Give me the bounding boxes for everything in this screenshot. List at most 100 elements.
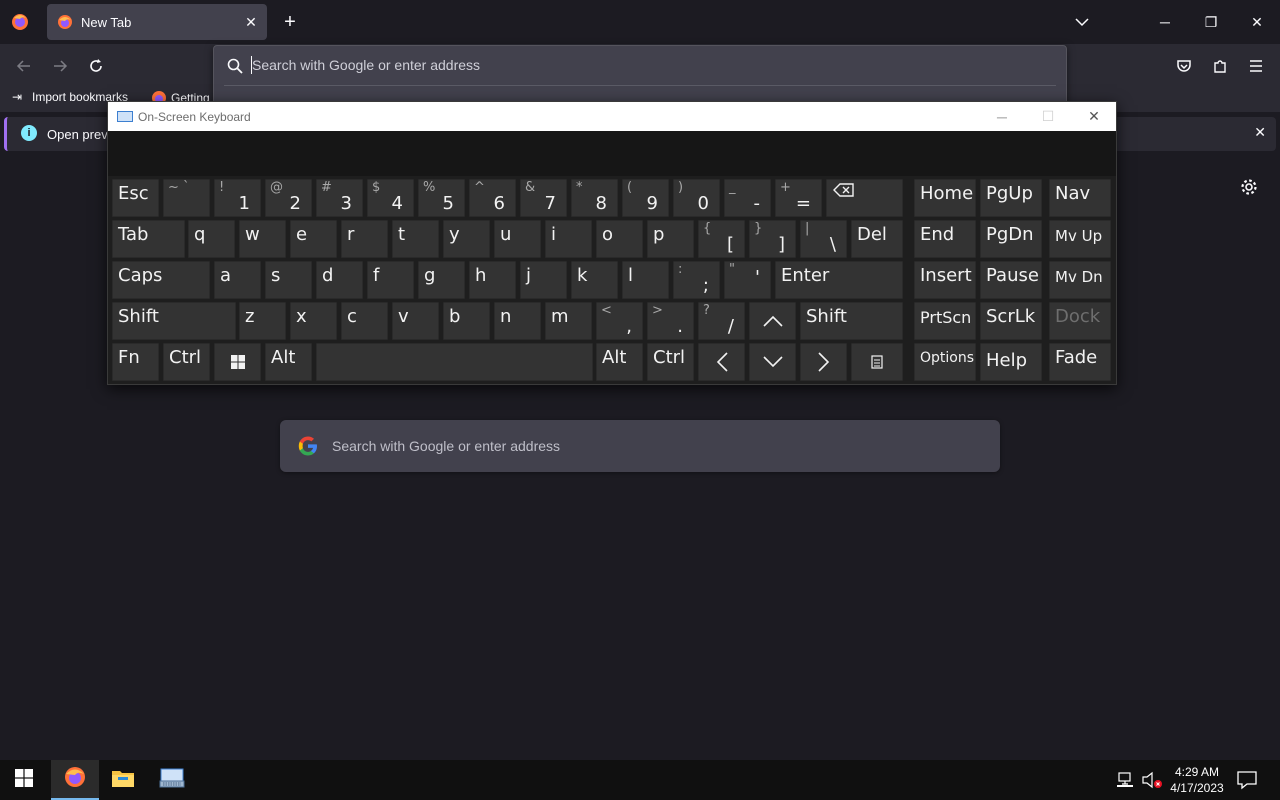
new-tab-search-box[interactable]: Search with Google or enter address	[280, 420, 1000, 472]
key-insert[interactable]: Insert	[914, 261, 976, 299]
key-options[interactable]: Options	[914, 343, 976, 381]
taskbar-firefox[interactable]	[51, 760, 99, 800]
osk-maximize-button[interactable]: ☐	[1025, 102, 1071, 131]
key-period[interactable]: >.	[647, 302, 694, 340]
key-pause[interactable]: Pause	[980, 261, 1042, 299]
clock[interactable]: 4:29 AM 4/17/2023	[1166, 764, 1228, 796]
key-space[interactable]	[316, 343, 593, 381]
key-comma[interactable]: <,	[596, 302, 643, 340]
key-k[interactable]: k	[571, 261, 618, 299]
forward-button[interactable]	[46, 52, 74, 80]
key-q[interactable]: q	[188, 220, 235, 258]
key-r[interactable]: r	[341, 220, 388, 258]
key-del[interactable]: Del	[851, 220, 903, 258]
key-end[interactable]: End	[914, 220, 976, 258]
key-fn[interactable]: Fn	[112, 343, 159, 381]
close-notification-icon[interactable]: ✕	[1254, 124, 1266, 141]
key-down-arrow[interactable]	[749, 343, 796, 381]
extensions-button[interactable]	[1206, 52, 1234, 80]
key-t[interactable]: t	[392, 220, 439, 258]
key-left-bracket[interactable]: {[	[698, 220, 745, 258]
address-input-placeholder[interactable]: Search with Google or enter address	[252, 57, 480, 73]
key-x[interactable]: x	[290, 302, 337, 340]
key-right-alt[interactable]: Alt	[596, 343, 643, 381]
network-icon[interactable]	[1116, 771, 1136, 794]
key-j[interactable]: j	[520, 261, 567, 299]
key-a[interactable]: a	[214, 261, 261, 299]
key-4[interactable]: $4	[367, 179, 414, 217]
key-menu[interactable]	[851, 343, 903, 381]
key-left-alt[interactable]: Alt	[265, 343, 312, 381]
key-n[interactable]: n	[494, 302, 541, 340]
key-tab[interactable]: Tab	[112, 220, 185, 258]
key-s[interactable]: s	[265, 261, 312, 299]
key-quote[interactable]: " '	[724, 261, 771, 299]
key-e[interactable]: e	[290, 220, 337, 258]
key-right-bracket[interactable]: }]	[749, 220, 796, 258]
key-h[interactable]: h	[469, 261, 516, 299]
key-1[interactable]: ! 1	[214, 179, 261, 217]
key-nav[interactable]: Nav	[1049, 179, 1111, 217]
key-up-arrow[interactable]	[749, 302, 796, 340]
search-placeholder[interactable]: Search with Google or enter address	[332, 438, 560, 454]
key-enter[interactable]: Enter	[775, 261, 903, 299]
key-v[interactable]: v	[392, 302, 439, 340]
taskbar-file-explorer[interactable]	[99, 760, 147, 800]
osk-close-button[interactable]: ✕	[1071, 102, 1117, 131]
key-z[interactable]: z	[239, 302, 286, 340]
key-d[interactable]: d	[316, 261, 363, 299]
gear-icon[interactable]	[1239, 177, 1259, 197]
reload-button[interactable]	[82, 52, 110, 80]
key-o[interactable]: o	[596, 220, 643, 258]
key-right-arrow[interactable]	[800, 343, 847, 381]
tab-new-tab[interactable]: New Tab ✕	[47, 4, 267, 40]
key-mv-dn[interactable]: Mv Dn	[1049, 261, 1111, 299]
key-scrlk[interactable]: ScrLk	[980, 302, 1042, 340]
key-left-ctrl[interactable]: Ctrl	[163, 343, 210, 381]
key-b[interactable]: b	[443, 302, 490, 340]
key-2[interactable]: @2	[265, 179, 312, 217]
minimize-window-button[interactable]: ─	[1142, 0, 1188, 44]
key-i[interactable]: i	[545, 220, 592, 258]
osk-minimize-button[interactable]: ─	[979, 102, 1025, 131]
key-6[interactable]: ^ 6	[469, 179, 516, 217]
notification-center-icon[interactable]	[1236, 770, 1258, 795]
key-caps[interactable]: Caps	[112, 261, 210, 299]
taskbar-on-screen-keyboard[interactable]	[148, 760, 196, 800]
key-pgdn[interactable]: PgDn	[980, 220, 1042, 258]
key-c[interactable]: c	[341, 302, 388, 340]
key-minus[interactable]: _ -	[724, 179, 771, 217]
key-backslash[interactable]: | \	[800, 220, 847, 258]
key-w[interactable]: w	[239, 220, 286, 258]
key-g[interactable]: g	[418, 261, 465, 299]
key-3[interactable]: #3	[316, 179, 363, 217]
key-y[interactable]: y	[443, 220, 490, 258]
key-u[interactable]: u	[494, 220, 541, 258]
key-mv-up[interactable]: Mv Up	[1049, 220, 1111, 258]
new-tab-button[interactable]: +	[278, 10, 302, 34]
key-esc[interactable]: Esc	[112, 179, 159, 217]
start-button[interactable]	[0, 760, 48, 800]
volume-muted-icon[interactable]	[1141, 771, 1163, 794]
back-button[interactable]	[10, 52, 38, 80]
firefox-view-icon[interactable]	[8, 10, 32, 34]
key-left-arrow[interactable]	[698, 343, 745, 381]
close-tab-icon[interactable]: ✕	[239, 10, 263, 34]
key-right-shift[interactable]: Shift	[800, 302, 903, 340]
key-5[interactable]: % 5	[418, 179, 465, 217]
key-l[interactable]: l	[622, 261, 669, 299]
app-menu-button[interactable]	[1242, 52, 1270, 80]
key-9[interactable]: (9	[622, 179, 669, 217]
key-pgup[interactable]: PgUp	[980, 179, 1042, 217]
key-semicolon[interactable]: :;	[673, 261, 720, 299]
key-p[interactable]: p	[647, 220, 694, 258]
key-0[interactable]: ) 0	[673, 179, 720, 217]
key-m[interactable]: m	[545, 302, 592, 340]
key-equals[interactable]: + =	[775, 179, 822, 217]
key-help[interactable]: Help	[980, 343, 1042, 381]
key-home[interactable]: Home	[914, 179, 976, 217]
key-7[interactable]: & 7	[520, 179, 567, 217]
key-fade[interactable]: Fade	[1049, 343, 1111, 381]
close-window-button[interactable]: ✕	[1234, 0, 1280, 44]
key-prtscn[interactable]: PrtScn	[914, 302, 976, 340]
